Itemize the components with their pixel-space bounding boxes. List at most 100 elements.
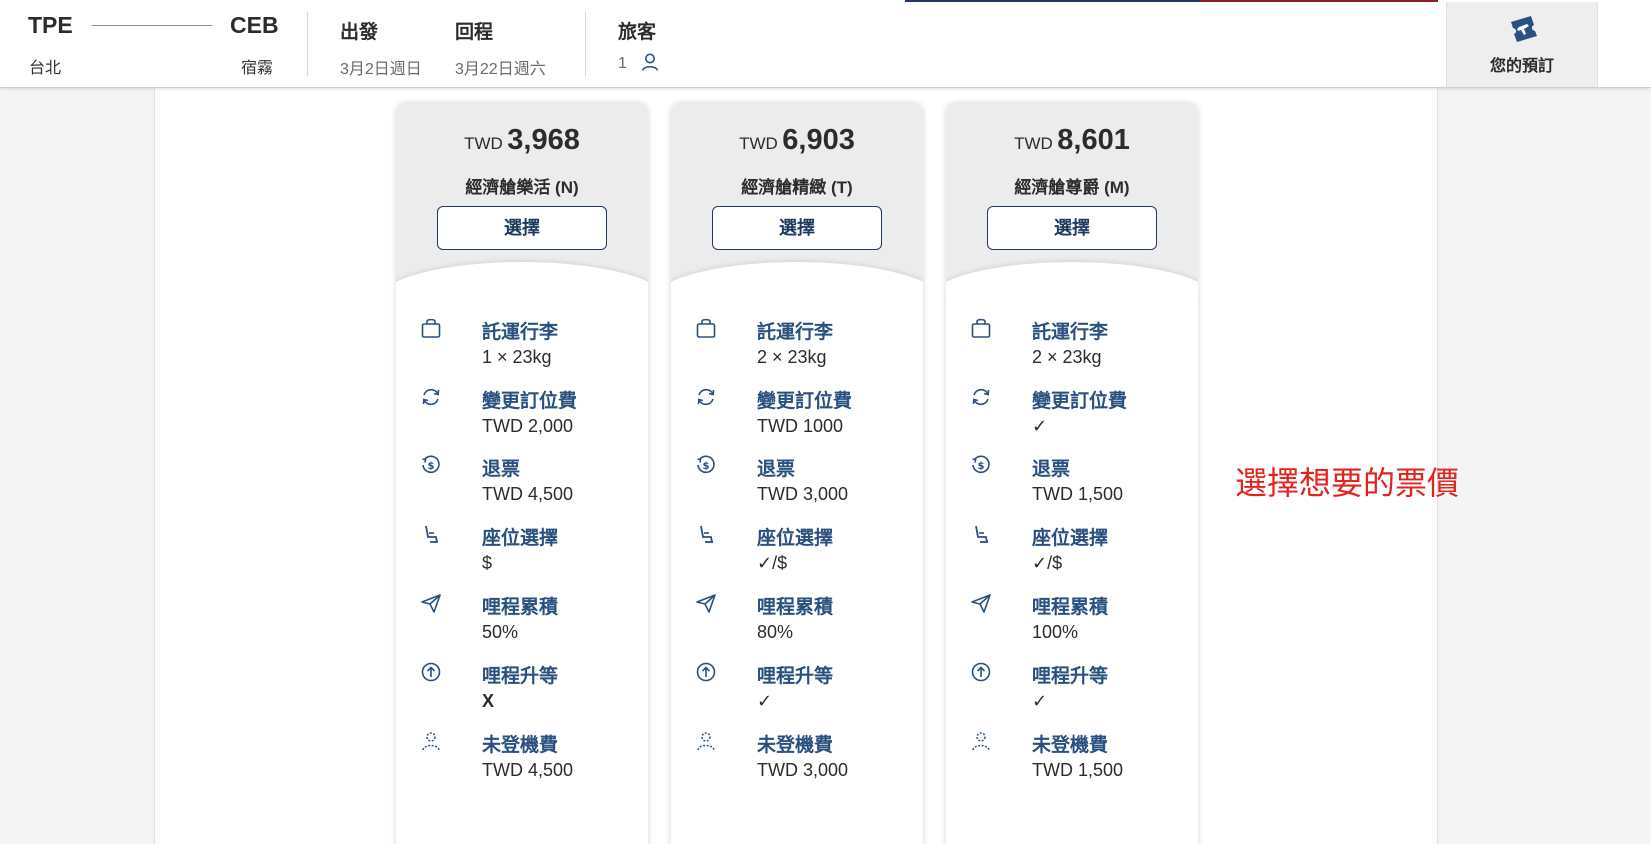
change-fee-icon [972,388,990,406]
feature-value: TWD 3,000 [757,760,849,780]
header-divider [585,12,586,76]
no-show-icon [972,732,990,751]
feature-value: TWD 1,500 [1032,760,1124,780]
baggage-icon [971,318,991,338]
feature-title: 哩程累積 [482,597,559,618]
svg-text:$: $ [428,461,435,472]
feature-value: 100% [1032,622,1079,642]
feature-value: 50% [482,622,519,642]
select-fare-button[interactable]: 選擇 [712,206,882,250]
destination-city: 宿霧 [241,60,274,77]
route-line [92,25,212,26]
baggage-icon [696,318,716,338]
flight-summary-header: TPE CEB 台北 宿霧 出發 3月2日週日 回程 3月22日週六 旅客 1 … [0,0,1651,88]
feature-title: 變更訂位費 [482,391,578,412]
price-currency: TWD [464,134,503,153]
fare-card-header: TWD 6,903 經濟艙精緻 (T) 選擇 [671,102,923,302]
price-currency: TWD [739,134,778,153]
feature-title: 哩程升等 [1032,666,1109,687]
return-label[interactable]: 回程 [455,17,493,44]
price-amount: 3,968 [507,124,580,156]
price-amount: 6,903 [782,124,855,156]
feature-title: 託運行李 [757,322,834,343]
fare-price: TWD 3,968 [396,124,648,157]
return-date[interactable]: 3月22日週六 [455,55,546,79]
fare-name: 經濟艙尊爵 (M) [1014,178,1130,197]
upgrade-icon [971,662,991,682]
fare-card-header: TWD 8,601 經濟艙尊爵 (M) 選擇 [946,102,1198,302]
no-show-icon [697,732,715,751]
feature-title: 哩程升等 [482,666,559,687]
passengers-label[interactable]: 旅客 [618,17,656,44]
feature-value: X [482,691,495,711]
feature-title: 座位選擇 [1032,528,1109,549]
svg-text:$: $ [978,461,985,472]
feature-value: ✓ [1032,416,1048,436]
feature-title: 變更訂位費 [757,391,853,412]
plane-mileage-icon [696,594,716,613]
feature-title: 變更訂位費 [1032,391,1128,412]
seat-icon [975,525,988,543]
feature-value: TWD 2,000 [482,416,574,436]
header-accent-red [1200,0,1438,2]
feature-value: TWD 3,000 [757,484,849,504]
upgrade-icon [696,662,716,682]
seat-icon [425,525,438,543]
seat-icon [700,525,713,543]
baggage-icon [421,318,441,338]
feature-value: ✓ [1032,691,1048,711]
annotation-text: 選擇想要的票價 [1235,464,1460,502]
fare-name: 經濟艙樂活 (N) [465,178,579,197]
fare-price: TWD 8,601 [946,124,1198,157]
feature-title: 座位選擇 [482,528,559,549]
header-divider [307,12,308,76]
feature-value: ✓/$ [1032,553,1063,573]
origin-city: 台北 [29,60,62,77]
header-accent-blue [905,0,1200,2]
destination-code: CEB [230,12,279,38]
feature-title: 未登機費 [757,735,834,756]
fare-card-header: TWD 3,968 經濟艙樂活 (N) 選擇 [396,102,648,302]
price-currency: TWD [1014,134,1053,153]
person-icon [641,53,659,71]
feature-title: 託運行李 [482,322,559,343]
refund-icon: $ [697,455,715,474]
select-fare-button[interactable]: 選擇 [987,206,1157,250]
feature-value: TWD 4,500 [482,484,574,504]
your-booking-label: 您的預訂 [1489,58,1554,75]
feature-value: 2 × 23kg [1032,347,1102,367]
feature-title: 未登機費 [1032,735,1109,756]
feature-value: TWD 1000 [757,416,844,436]
refund-icon: $ [972,455,990,474]
select-fare-button[interactable]: 選擇 [437,206,607,250]
upgrade-icon [421,662,441,682]
feature-title: 哩程累積 [1032,597,1109,618]
feature-value: TWD 4,500 [482,760,574,780]
feature-title: 退票 [1032,459,1071,480]
fare-price: TWD 6,903 [671,124,923,157]
fare-card-economy-premium: TWD 8,601 經濟艙尊爵 (M) 選擇 託運行李 2 × 23kg 變更訂… [946,102,1198,844]
no-show-icon [422,732,440,751]
svg-text:$: $ [703,461,710,472]
feature-value: ✓ [757,691,773,711]
feature-value: $ [482,553,493,573]
fare-name: 經濟艙精緻 (T) [741,178,853,197]
plane-mileage-icon [421,594,441,613]
refund-icon: $ [422,455,440,474]
price-amount: 8,601 [1057,124,1130,156]
feature-title: 哩程升等 [757,666,834,687]
depart-label[interactable]: 出發 [340,17,378,44]
passengers-count[interactable]: 1 [618,55,627,73]
change-fee-icon [697,388,715,406]
feature-value: ✓/$ [757,553,788,573]
feature-value: TWD 1,500 [1032,484,1124,504]
feature-value: 80% [757,622,794,642]
origin-code: TPE [28,12,73,38]
your-booking-button[interactable]: 您的預訂 [1446,2,1598,87]
plane-mileage-icon [971,594,991,613]
feature-title: 退票 [482,459,521,480]
feature-value: 2 × 23kg [757,347,827,367]
depart-date[interactable]: 3月2日週日 [340,55,422,79]
change-fee-icon [422,388,440,406]
fare-card-economy-lite: TWD 3,968 經濟艙樂活 (N) 選擇 託運行李 1 × 23kg 變更訂… [396,102,648,844]
